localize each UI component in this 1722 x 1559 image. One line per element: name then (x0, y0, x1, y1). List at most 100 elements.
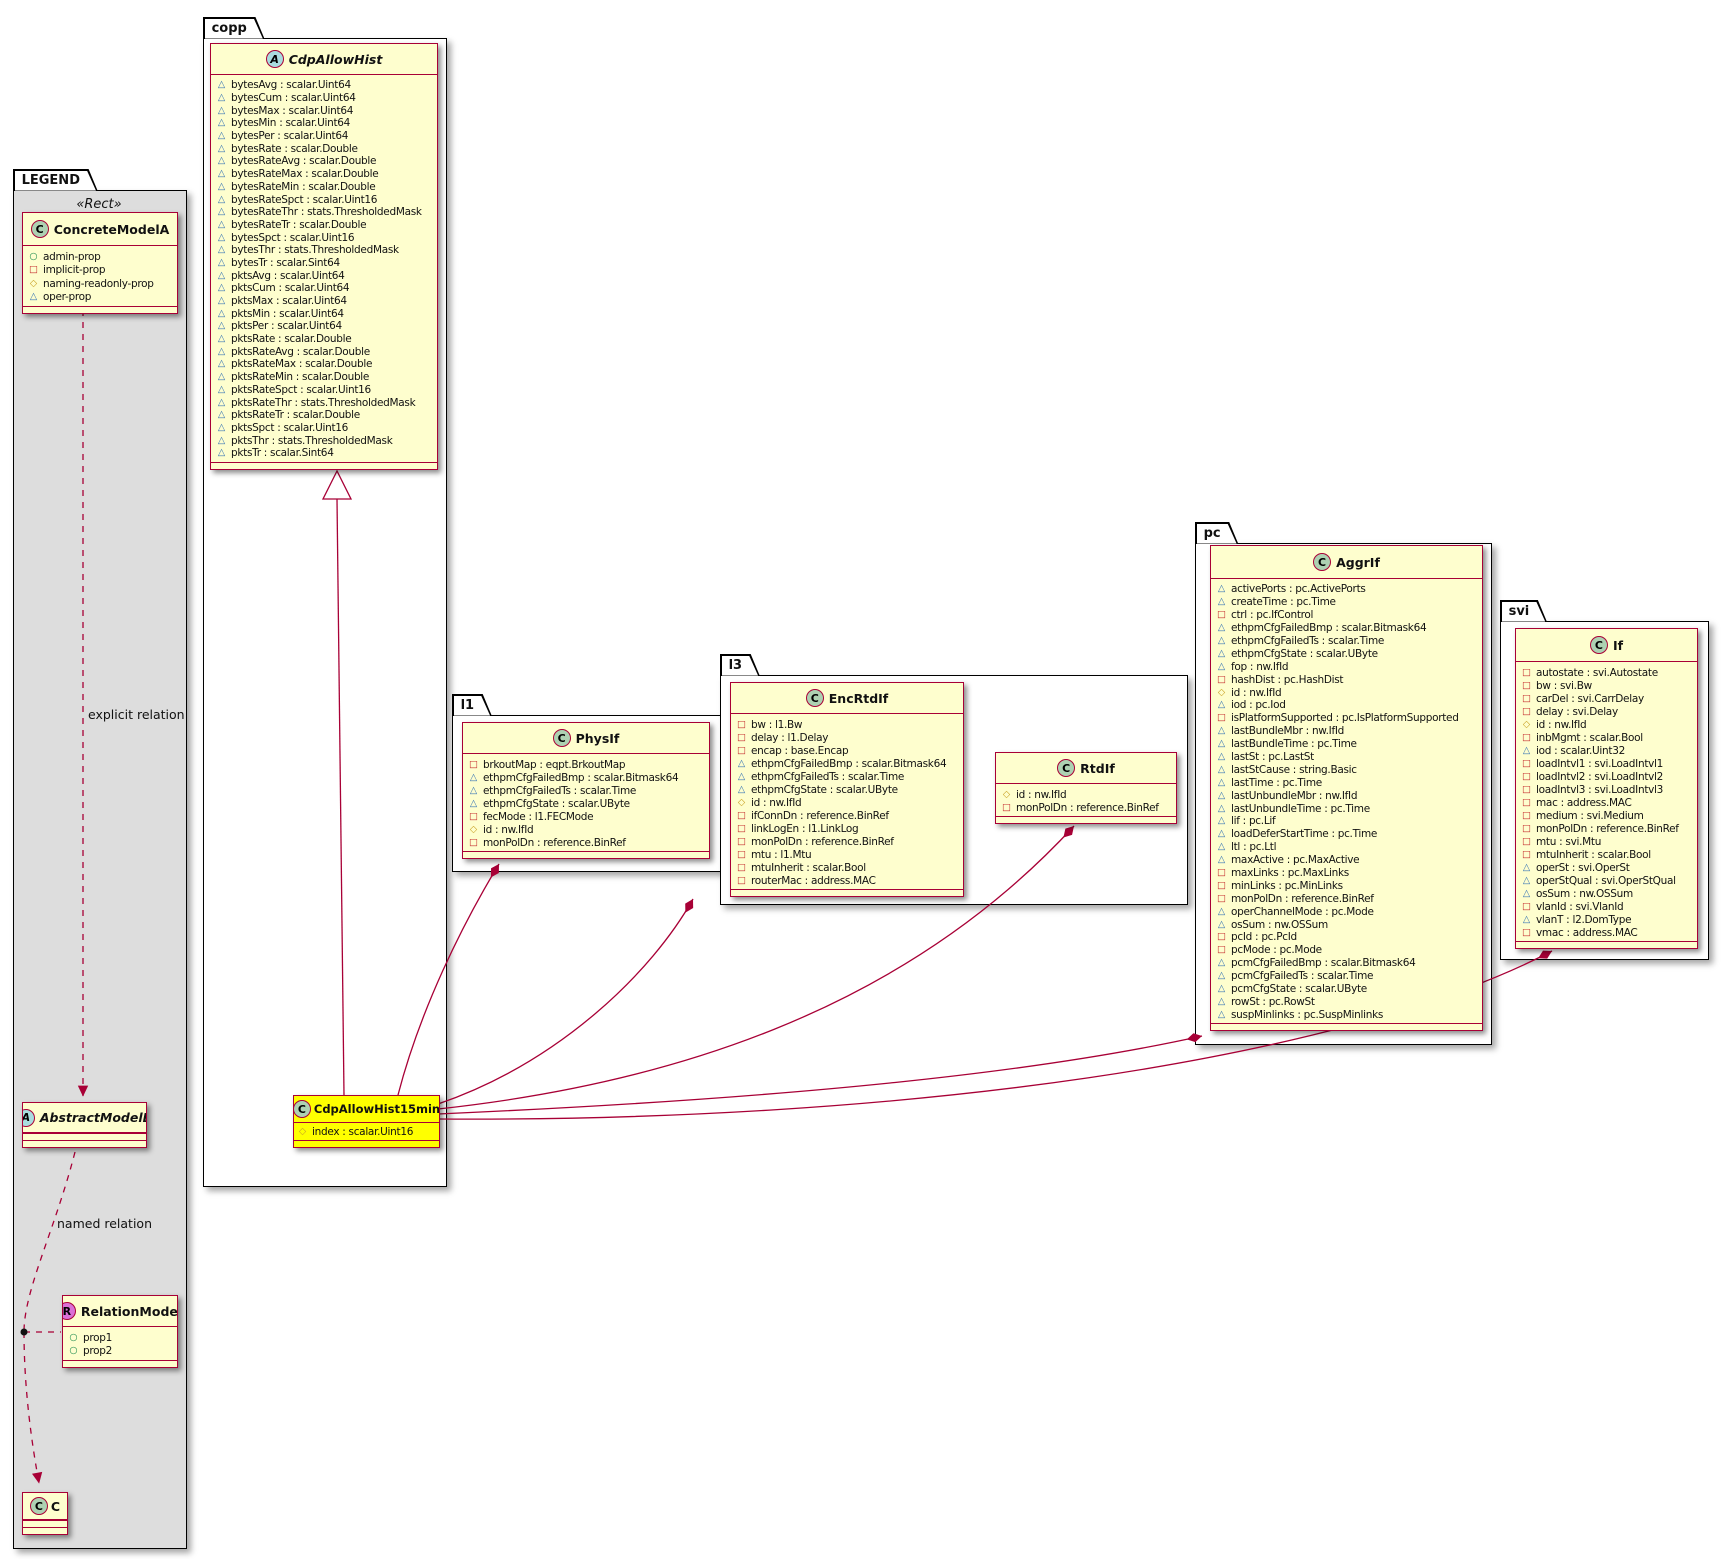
implicit-prop-icon: □ (1521, 733, 1532, 743)
attribute-row: △pktsRateThr : stats.ThresholdedMask (216, 396, 433, 409)
implicit-prop-icon: □ (736, 733, 747, 743)
attribute-text: prop1 (83, 1332, 112, 1344)
attribute-row: △bytesMin : scalar.Uint64 (216, 117, 433, 130)
attribute-text: bytesCum : scalar.Uint64 (231, 92, 356, 104)
implicit-prop-icon: □ (1521, 694, 1532, 704)
oper-prop-icon: △ (216, 131, 227, 141)
attribute-row: □brkoutMap : eqpt.BrkoutMap (468, 758, 705, 771)
attribute-row: ◇id : nw.IfId (1216, 686, 1478, 699)
implicit-prop-icon: □ (1521, 668, 1532, 678)
oper-prop-icon: △ (1216, 597, 1227, 607)
oper-prop-icon: △ (1216, 920, 1227, 930)
attribute-row: △suspMinlinks : pc.SuspMinlinks (1216, 1008, 1478, 1021)
attribute-text: bytesMax : scalar.Uint64 (231, 105, 353, 117)
class-icon: C (806, 689, 824, 707)
implicit-prop-icon: □ (1521, 759, 1532, 769)
attribute-text: routerMac : address.MAC (751, 875, 876, 887)
attribute-text: bytesRateMin : scalar.Double (231, 181, 375, 193)
class-icon: C (1057, 759, 1075, 777)
attribute-row: □loadIntvl2 : svi.LoadIntvl2 (1521, 770, 1693, 783)
attribute-row: △osSum : nw.OSSum (1521, 887, 1693, 900)
attribute-row: □vlanId : svi.VlanId (1521, 900, 1693, 913)
attribute-text: lastSt : pc.LastSt (1231, 751, 1314, 763)
attribute-text: activePorts : pc.ActivePorts (1231, 583, 1366, 595)
attribute-text: id : nw.IfId (1231, 687, 1281, 699)
attribute-row: △bytesRateSpct : scalar.Uint16 (216, 193, 433, 206)
attribute-text: oper-prop (43, 291, 91, 303)
naming-prop-icon: ◇ (736, 798, 747, 808)
attribute-row: △ethpmCfgState : scalar.UByte (1216, 647, 1478, 660)
attribute-row: □inbMgmt : scalar.Bool (1521, 731, 1693, 744)
oper-prop-icon: △ (28, 292, 39, 302)
implicit-prop-icon: □ (1216, 932, 1227, 942)
attribute-text: monPolDn : reference.BinRef (1016, 802, 1159, 814)
attribute-text: bw : l1.Bw (751, 719, 802, 731)
methods-compartment (23, 306, 177, 313)
attribute-row: □vmac : address.MAC (1521, 926, 1693, 939)
attribute-row: ◇id : nw.IfId (1001, 788, 1172, 801)
attribute-row: ◇id : nw.IfId (1521, 718, 1693, 731)
attribute-row: □ifConnDn : reference.BinRef (736, 809, 959, 822)
attribute-row: ◇ id : nw.IfId (468, 823, 705, 836)
attribute-text: bytesRateMax : scalar.Double (231, 168, 378, 180)
attribute-row: △ethpmCfgFailedTs : scalar.Time (1216, 635, 1478, 648)
attribute-row: □carDel : svi.CarrDelay (1521, 692, 1693, 705)
oper-prop-icon: △ (216, 220, 227, 230)
attribute-text: lif : pc.Lif (1231, 815, 1275, 827)
attribute-text: pktsRateThr : stats.ThresholdedMask (231, 397, 415, 409)
attribute-text: pcmCfgFailedTs : scalar.Time (1231, 970, 1373, 982)
oper-prop-icon: △ (216, 195, 227, 205)
oper-prop-icon: △ (216, 93, 227, 103)
methods-compartment (996, 816, 1176, 823)
attribute-row: △lastUnbundleMbr : nw.IfId (1216, 789, 1478, 802)
implicit-prop-icon: □ (1521, 824, 1532, 834)
attribute-text: ethpmCfgFailedTs : scalar.Time (751, 771, 904, 783)
oper-prop-icon: △ (216, 372, 227, 382)
class-name: RelationModel (81, 1304, 178, 1319)
attribute-row: □monPolDn : reference.BinRef (468, 836, 705, 849)
naming-prop-icon: ◇ (1001, 790, 1012, 800)
attribute-row: △bytesThr : stats.ThresholdedMask (216, 244, 433, 257)
class-icon: C (31, 220, 49, 238)
implicit-prop-icon: □ (1216, 868, 1227, 878)
attribute-row: △ethpmCfgFailedBmp : scalar.Bitmask64 (736, 757, 959, 770)
oper-prop-icon: △ (1216, 971, 1227, 981)
attribute-text: lastStCause : string.Basic (1231, 764, 1357, 776)
attribute-row: □mac : address.MAC (1521, 796, 1693, 809)
attribute-text: lastUnbundleTime : pc.Time (1231, 803, 1370, 815)
attribute-text: medium : svi.Medium (1536, 810, 1644, 822)
attribute-row: △pktsRateMin : scalar.Double (216, 371, 433, 384)
methods-compartment (294, 1140, 439, 1147)
attribute-row: △pktsPer : scalar.Uint64 (216, 320, 433, 333)
class-icon: C (553, 729, 571, 747)
oper-prop-icon: △ (216, 80, 227, 90)
oper-prop-icon: △ (216, 334, 227, 344)
oper-prop-icon: △ (1216, 636, 1227, 646)
oper-prop-icon: △ (1216, 739, 1227, 749)
attribute-text: vlanId : svi.VlanId (1536, 901, 1623, 913)
oper-prop-icon: △ (1521, 889, 1532, 899)
class-name: CdpAllowHist15min (314, 1102, 440, 1116)
attribute-text: delay : l1.Delay (751, 732, 828, 744)
oper-prop-icon: △ (1216, 907, 1227, 917)
attribute-list: △activePorts : pc.ActivePorts△createTime… (1211, 579, 1482, 1023)
class-name: If (1613, 638, 1623, 653)
attribute-row: △bytesMax : scalar.Uint64 (216, 104, 433, 117)
attribute-text: pcMode : pc.Mode (1231, 944, 1322, 956)
attribute-text: loadIntvl2 : svi.LoadIntvl2 (1536, 771, 1663, 783)
attribute-text: id : nw.IfId (483, 824, 533, 836)
attribute-row: □hashDist : pc.HashDist (1216, 673, 1478, 686)
attribute-text: maxActive : pc.MaxActive (1231, 854, 1359, 866)
attribute-row: △lastBundleMbr : nw.IfId (1216, 725, 1478, 738)
class-name: PhysIf (576, 731, 620, 746)
attribute-text: pktsRate : scalar.Double (231, 333, 351, 345)
attribute-text: pktsMin : scalar.Uint64 (231, 308, 344, 320)
oper-prop-icon: △ (216, 258, 227, 268)
naming-prop-icon: ◇ (468, 825, 479, 835)
attribute-row: △bytesRateMax : scalar.Double (216, 168, 433, 181)
attribute-row: △pktsRateAvg : scalar.Double (216, 345, 433, 358)
class-name: CdpAllowHist (289, 52, 383, 67)
attribute-row: △lastBundleTime : pc.Time (1216, 738, 1478, 751)
attribute-row: □minLinks : pc.MinLinks (1216, 879, 1478, 892)
attribute-text: minLinks : pc.MinLinks (1231, 880, 1343, 892)
